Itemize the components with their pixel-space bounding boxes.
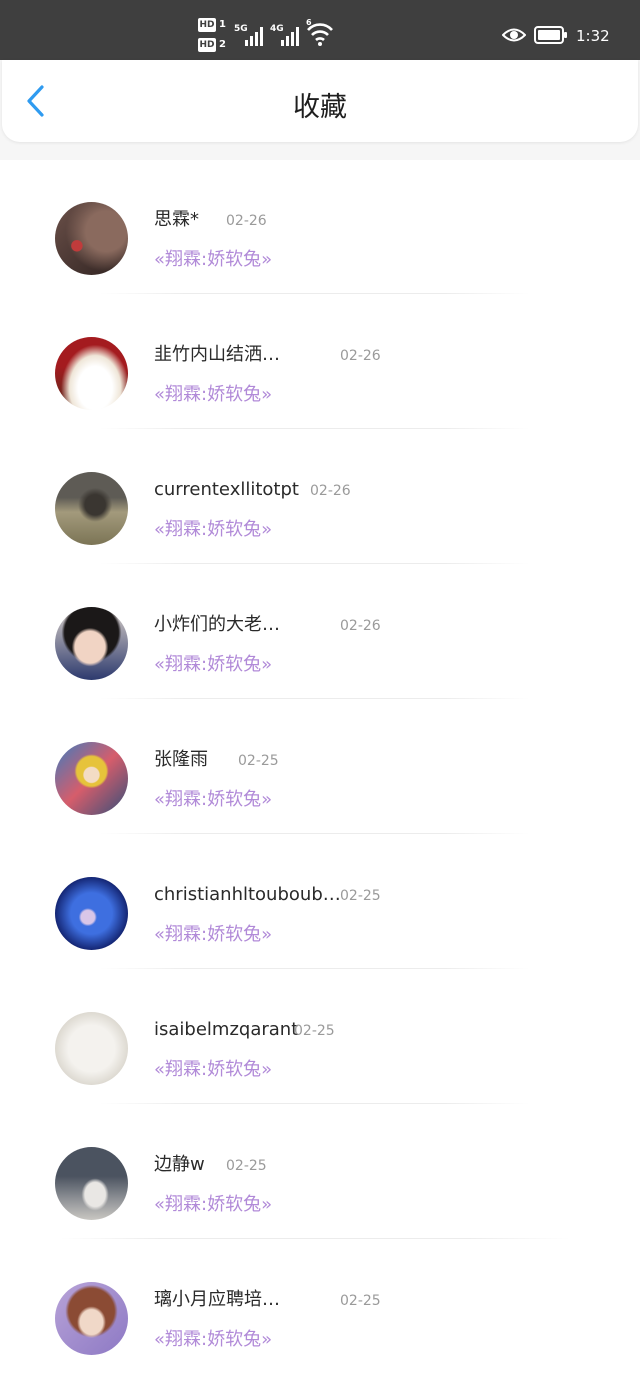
clock-time: 1:32 xyxy=(576,27,610,45)
list-item[interactable]: 张隆雨 02-25 «翔霖:娇软兔» xyxy=(0,700,640,835)
avatar[interactable] xyxy=(55,1147,128,1220)
wifi-icon: 6 xyxy=(306,18,334,48)
date-label: 02-25 xyxy=(294,1023,335,1039)
divider xyxy=(100,833,530,834)
avatar[interactable] xyxy=(55,202,128,275)
list-item[interactable]: currentexllitotpt 02-26 «翔霖:娇软兔» xyxy=(0,430,640,565)
favorite-subtitle: «翔霖:娇软兔» xyxy=(154,789,273,810)
back-button[interactable] xyxy=(22,84,52,118)
favorites-list: 思霖* 02-26 «翔霖:娇软兔» 韭竹内山结洒… 02-26 «翔霖:娇软兔… xyxy=(0,160,640,1386)
date-label: 02-25 xyxy=(340,888,381,904)
hd-voice-1-indicator: HD 1 xyxy=(198,18,228,32)
date-label: 02-26 xyxy=(340,348,381,364)
signal-bars-1-icon xyxy=(245,24,267,46)
list-item[interactable]: isaibelmzqarant 02-25 «翔霖:娇软兔» xyxy=(0,970,640,1105)
username: 张隆雨 xyxy=(154,749,208,770)
username: currentexllitotpt xyxy=(154,479,299,500)
date-label: 02-25 xyxy=(340,1293,381,1309)
avatar[interactable] xyxy=(55,877,128,950)
battery-icon xyxy=(534,26,568,44)
favorite-subtitle: «翔霖:娇软兔» xyxy=(154,249,273,270)
username: 韭竹内山结洒… xyxy=(154,344,280,365)
avatar[interactable] xyxy=(55,742,128,815)
date-label: 02-26 xyxy=(310,483,351,499)
avatar[interactable] xyxy=(55,1012,128,1085)
list-item[interactable]: 韭竹内山结洒… 02-26 «翔霖:娇软兔» xyxy=(0,295,640,430)
username: isaibelmzqarant xyxy=(154,1019,299,1040)
divider xyxy=(100,428,530,429)
username: christianhltouboub… xyxy=(154,884,341,905)
page-title: 收藏 xyxy=(293,92,347,123)
favorite-subtitle: «翔霖:娇软兔» xyxy=(154,1059,273,1080)
username: 璃小月应聘培… xyxy=(154,1289,280,1310)
favorite-subtitle: «翔霖:娇软兔» xyxy=(154,1329,273,1350)
list-item[interactable]: 思霖* 02-26 «翔霖:娇软兔» xyxy=(0,160,640,295)
chevron-left-icon xyxy=(27,85,44,117)
divider xyxy=(60,1238,570,1239)
avatar[interactable] xyxy=(55,337,128,410)
hd-label: HD xyxy=(198,38,216,52)
eye-comfort-icon xyxy=(501,26,527,44)
username: 思霖* xyxy=(154,209,199,230)
date-label: 02-26 xyxy=(340,618,381,634)
list-item[interactable]: 小炸们的大老… 02-26 «翔霖:娇软兔» xyxy=(0,565,640,700)
favorite-subtitle: «翔霖:娇软兔» xyxy=(154,1194,273,1215)
date-label: 02-25 xyxy=(238,753,279,769)
header-bar: 收藏 xyxy=(2,60,638,142)
username: 小炸们的大老… xyxy=(154,614,280,635)
hd-label: HD xyxy=(198,18,216,32)
list-item[interactable]: 璃小月应聘培… 02-25 «翔霖:娇软兔» xyxy=(0,1240,640,1375)
avatar[interactable] xyxy=(55,472,128,545)
divider xyxy=(100,293,530,294)
favorite-subtitle: «翔霖:娇软兔» xyxy=(154,924,273,945)
date-label: 02-26 xyxy=(226,213,267,229)
avatar[interactable] xyxy=(55,607,128,680)
divider xyxy=(100,1103,530,1104)
favorite-subtitle: «翔霖:娇软兔» xyxy=(154,519,273,540)
avatar[interactable] xyxy=(55,1282,128,1355)
wifi-standard-label: 6 xyxy=(306,18,312,27)
sim-number: 2 xyxy=(219,39,226,50)
status-bar: HD 1 HD 2 5G 4G 6 1:32 xyxy=(0,0,640,60)
hd-voice-2-indicator: HD 2 xyxy=(198,38,228,52)
divider xyxy=(100,968,530,969)
signal-bars-2-icon xyxy=(281,24,303,46)
date-label: 02-25 xyxy=(226,1158,267,1174)
divider xyxy=(100,698,530,699)
list-item[interactable]: 边静w 02-25 «翔霖:娇软兔» xyxy=(0,1105,640,1240)
sim-number: 1 xyxy=(219,19,226,30)
divider xyxy=(100,563,530,564)
favorite-subtitle: «翔霖:娇软兔» xyxy=(154,654,273,675)
favorite-subtitle: «翔霖:娇软兔» xyxy=(154,384,273,405)
list-item[interactable]: christianhltouboub… 02-25 «翔霖:娇软兔» xyxy=(0,835,640,970)
username: 边静w xyxy=(154,1154,205,1175)
